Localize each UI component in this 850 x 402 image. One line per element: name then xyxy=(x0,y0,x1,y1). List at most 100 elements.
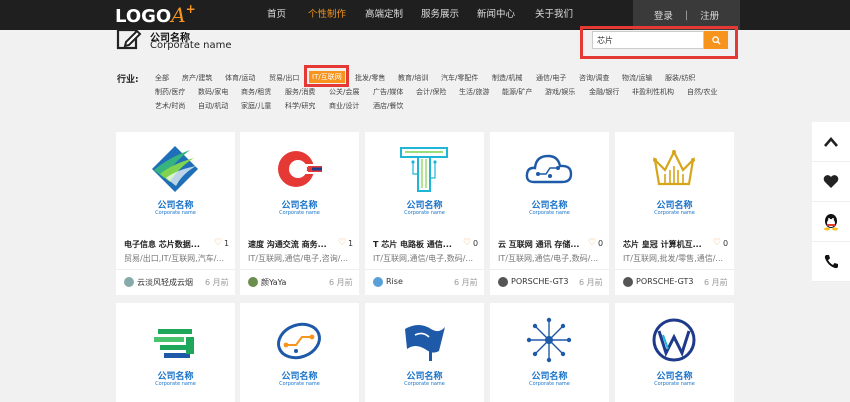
qq-contact-button[interactable] xyxy=(812,202,850,242)
like-heart-icon[interactable]: ♡ xyxy=(463,238,471,248)
nav-item-services[interactable]: 服务展示 xyxy=(421,0,477,30)
category-item[interactable]: 数码/家电 xyxy=(198,87,228,97)
category-item[interactable]: 非盈利性机构 xyxy=(632,87,674,97)
category-item[interactable]: 制造/机械 xyxy=(492,73,522,83)
card-author[interactable]: PORSCHE-GT3 xyxy=(511,277,568,286)
avatar[interactable] xyxy=(124,277,134,287)
nav-item-about[interactable]: 关于我们 xyxy=(533,0,593,30)
logo-plus: + xyxy=(185,2,196,16)
card-title[interactable]: 电子信息 芯片数据... xyxy=(124,239,214,250)
category-item-active[interactable]: IT/互联网 xyxy=(309,71,345,83)
design-card[interactable]: 公司名称 Corporate name xyxy=(116,303,235,402)
nav-item-custom[interactable]: 个性制作 xyxy=(308,0,365,30)
card-author[interactable]: Rise xyxy=(386,277,403,286)
card-thumbnail[interactable]: 公司名称 Corporate name xyxy=(365,132,484,228)
category-item[interactable]: 家庭/儿童 xyxy=(241,101,271,111)
category-item[interactable]: 艺术/时尚 xyxy=(155,101,185,111)
search-input[interactable]: 芯片 xyxy=(592,31,704,49)
card-company-sub: Corporate name xyxy=(279,381,320,387)
category-item[interactable]: 全部 xyxy=(155,73,169,83)
avatar[interactable] xyxy=(623,277,633,287)
design-card[interactable]: 公司名称 Corporate name 速度 沟通交流 商务... ♡ 1 IT… xyxy=(240,132,359,295)
category-item[interactable]: 通信/电子 xyxy=(536,73,566,83)
heart-icon xyxy=(823,175,839,188)
avatar[interactable] xyxy=(498,277,508,287)
category-item[interactable]: 教育/培训 xyxy=(398,73,428,83)
phone-contact-button[interactable] xyxy=(812,242,850,282)
design-card[interactable]: 公司名称 Corporate name 芯片 皇冠 计算机互... ♡ 0 IT… xyxy=(615,132,734,295)
card-thumbnail[interactable]: 公司名称 Corporate name xyxy=(240,303,359,399)
card-thumbnail[interactable]: 公司名称 Corporate name xyxy=(116,132,235,228)
category-item[interactable]: 贸易/出口 xyxy=(269,73,299,83)
category-item[interactable]: 商业/设计 xyxy=(329,101,359,111)
card-time: 6 月前 xyxy=(329,278,353,287)
design-card[interactable]: 公司名称 Corporate name T 芯片 电路板 通信... ♡ 0 I… xyxy=(365,132,484,295)
site-logo[interactable]: LOGOA+ xyxy=(115,2,196,27)
card-title[interactable]: T 芯片 电路板 通信... xyxy=(373,239,463,250)
category-item[interactable]: 商务/租赁 xyxy=(241,87,271,97)
category-item[interactable]: 自然/农业 xyxy=(687,87,717,97)
category-item[interactable]: 自动/机动 xyxy=(198,101,228,111)
card-title[interactable]: 芯片 皇冠 计算机互... xyxy=(623,239,713,250)
category-item[interactable]: 科学/研究 xyxy=(285,101,315,111)
category-item[interactable]: 咨询/调查 xyxy=(579,73,609,83)
category-item[interactable]: 批发/零售 xyxy=(355,73,385,83)
category-item[interactable]: 制药/医疗 xyxy=(155,87,185,97)
design-card[interactable]: 公司名称 Corporate name xyxy=(490,303,609,402)
category-item[interactable]: 物流/运输 xyxy=(622,73,652,83)
favorite-button[interactable] xyxy=(812,162,850,202)
card-time: 6 月前 xyxy=(205,278,229,287)
category-item[interactable]: 服务/消费 xyxy=(285,87,315,97)
card-thumbnail[interactable]: 公司名称 Corporate name xyxy=(116,303,235,399)
card-thumbnail[interactable]: 公司名称 Corporate name xyxy=(240,132,359,228)
nav-item-home[interactable]: 首页 xyxy=(250,0,308,30)
category-item[interactable]: 房产/建筑 xyxy=(182,73,212,83)
category-item[interactable]: 游戏/娱乐 xyxy=(545,87,575,97)
category-item[interactable]: 服装/纺织 xyxy=(665,73,695,83)
design-card[interactable]: 公司名称 Corporate name 云 互联网 通讯 存储... ♡ 0 I… xyxy=(490,132,609,295)
card-thumbnail[interactable]: 公司名称 Corporate name xyxy=(615,132,734,228)
card-thumbnail[interactable]: 公司名称 Corporate name xyxy=(615,303,734,399)
industry-filter-label: 行业: xyxy=(117,75,139,85)
card-company-sub: Corporate name xyxy=(529,381,570,387)
card-thumbnail[interactable]: 公司名称 Corporate name xyxy=(365,303,484,399)
like-heart-icon[interactable]: ♡ xyxy=(214,238,222,248)
category-item[interactable]: 生活/旅游 xyxy=(459,87,489,97)
card-title[interactable]: 速度 沟通交流 商务... xyxy=(248,239,338,250)
login-link[interactable]: 登录 xyxy=(654,8,673,22)
design-card[interactable]: 公司名称 Corporate name 电子信息 芯片数据... ♡ 1 贸易/… xyxy=(116,132,235,295)
design-card[interactable]: 公司名称 Corporate name xyxy=(365,303,484,402)
card-thumbnail[interactable]: 公司名称 Corporate name xyxy=(490,303,609,399)
card-thumbnail[interactable]: 公司名称 Corporate name xyxy=(490,132,609,228)
like-heart-icon[interactable]: ♡ xyxy=(588,238,596,248)
register-link[interactable]: 注册 xyxy=(700,8,719,22)
design-card[interactable]: 公司名称 Corporate name xyxy=(240,303,359,402)
nav-item-news[interactable]: 新闻中心 xyxy=(477,0,533,30)
card-author[interactable]: 颜YaYa xyxy=(261,277,286,288)
design-card[interactable]: 公司名称 Corporate name xyxy=(615,303,734,402)
category-item[interactable]: 公关/会展 xyxy=(329,87,359,97)
category-item[interactable]: 广告/媒体 xyxy=(373,87,403,97)
like-heart-icon[interactable]: ♡ xyxy=(338,238,346,248)
category-item[interactable]: 汽车/零配件 xyxy=(441,73,478,83)
card-company-sub: Corporate name xyxy=(654,210,695,216)
search-icon xyxy=(711,35,721,45)
nav-item-premium[interactable]: 高端定制 xyxy=(365,0,421,30)
category-item[interactable]: 会计/保险 xyxy=(416,87,446,97)
category-item[interactable]: 能源/矿产 xyxy=(502,87,532,97)
category-item[interactable]: 酒店/餐饮 xyxy=(373,101,403,111)
avatar[interactable] xyxy=(373,277,383,287)
like-heart-icon[interactable]: ♡ xyxy=(713,238,721,248)
category-item[interactable]: 体育/运动 xyxy=(225,73,255,83)
card-time: 6 月前 xyxy=(579,278,603,287)
card-author[interactable]: 云淡风轻成云烟 xyxy=(137,277,193,288)
back-to-top-button[interactable] xyxy=(812,122,850,162)
card-company-sub: Corporate name xyxy=(155,210,196,216)
like-count: 0 xyxy=(598,239,604,248)
card-author[interactable]: PORSCHE-GT3 xyxy=(636,277,693,286)
card-title[interactable]: 云 互联网 通讯 存储... xyxy=(498,239,588,250)
category-item[interactable]: 金融/银行 xyxy=(589,87,619,97)
avatar[interactable] xyxy=(248,277,258,287)
search-button[interactable] xyxy=(704,31,728,49)
like-count: 1 xyxy=(348,239,354,248)
